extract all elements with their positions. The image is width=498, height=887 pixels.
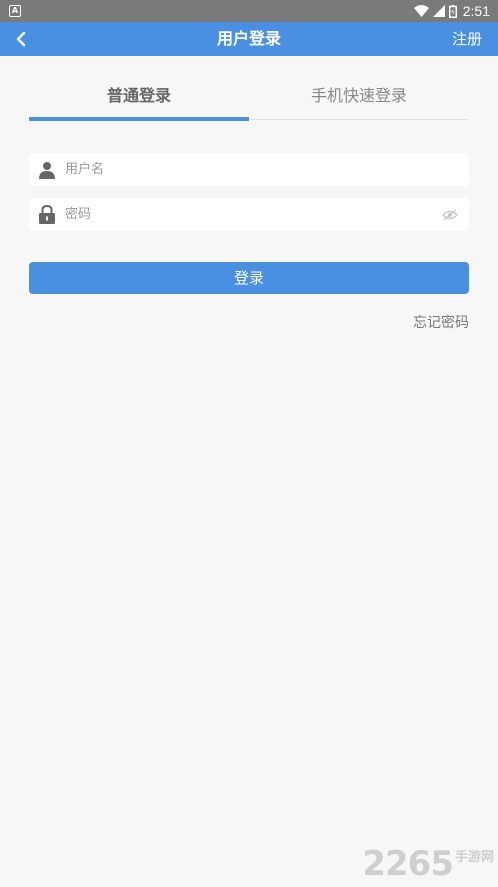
status-bar: A 2:51 xyxy=(0,0,498,22)
wifi-icon xyxy=(413,5,429,17)
watermark-text: 手游网 xyxy=(454,850,494,865)
battery-icon xyxy=(448,4,457,18)
notification-icon: A xyxy=(9,5,21,17)
tab-phone-quick-login[interactable]: 手机快速登录 xyxy=(249,74,469,119)
status-indicators: 2:51 xyxy=(413,0,490,22)
tab-indicator xyxy=(29,117,249,121)
tab-normal-login[interactable]: 普通登录 xyxy=(29,74,249,119)
forgot-password-link[interactable]: 忘记密码 xyxy=(413,312,469,332)
password-input[interactable] xyxy=(65,199,425,230)
app-bar: 用户登录 注册 xyxy=(0,22,498,56)
page-title: 用户登录 xyxy=(216,29,281,48)
username-field xyxy=(29,153,469,186)
toggle-password-visibility-button[interactable] xyxy=(439,204,461,226)
login-button[interactable]: 登录 xyxy=(29,262,469,294)
watermark: 2265 手游网 xyxy=(362,846,494,881)
user-icon xyxy=(29,153,65,186)
lock-icon xyxy=(29,198,65,231)
login-tabs: 普通登录 手机快速登录 xyxy=(29,74,469,121)
watermark-number: 2265 xyxy=(362,844,454,884)
register-button[interactable]: 注册 xyxy=(452,22,482,56)
status-time: 2:51 xyxy=(462,3,490,19)
password-field xyxy=(29,198,469,231)
eye-off-icon xyxy=(442,209,458,221)
signal-icon xyxy=(432,5,445,17)
username-input[interactable] xyxy=(65,154,425,185)
